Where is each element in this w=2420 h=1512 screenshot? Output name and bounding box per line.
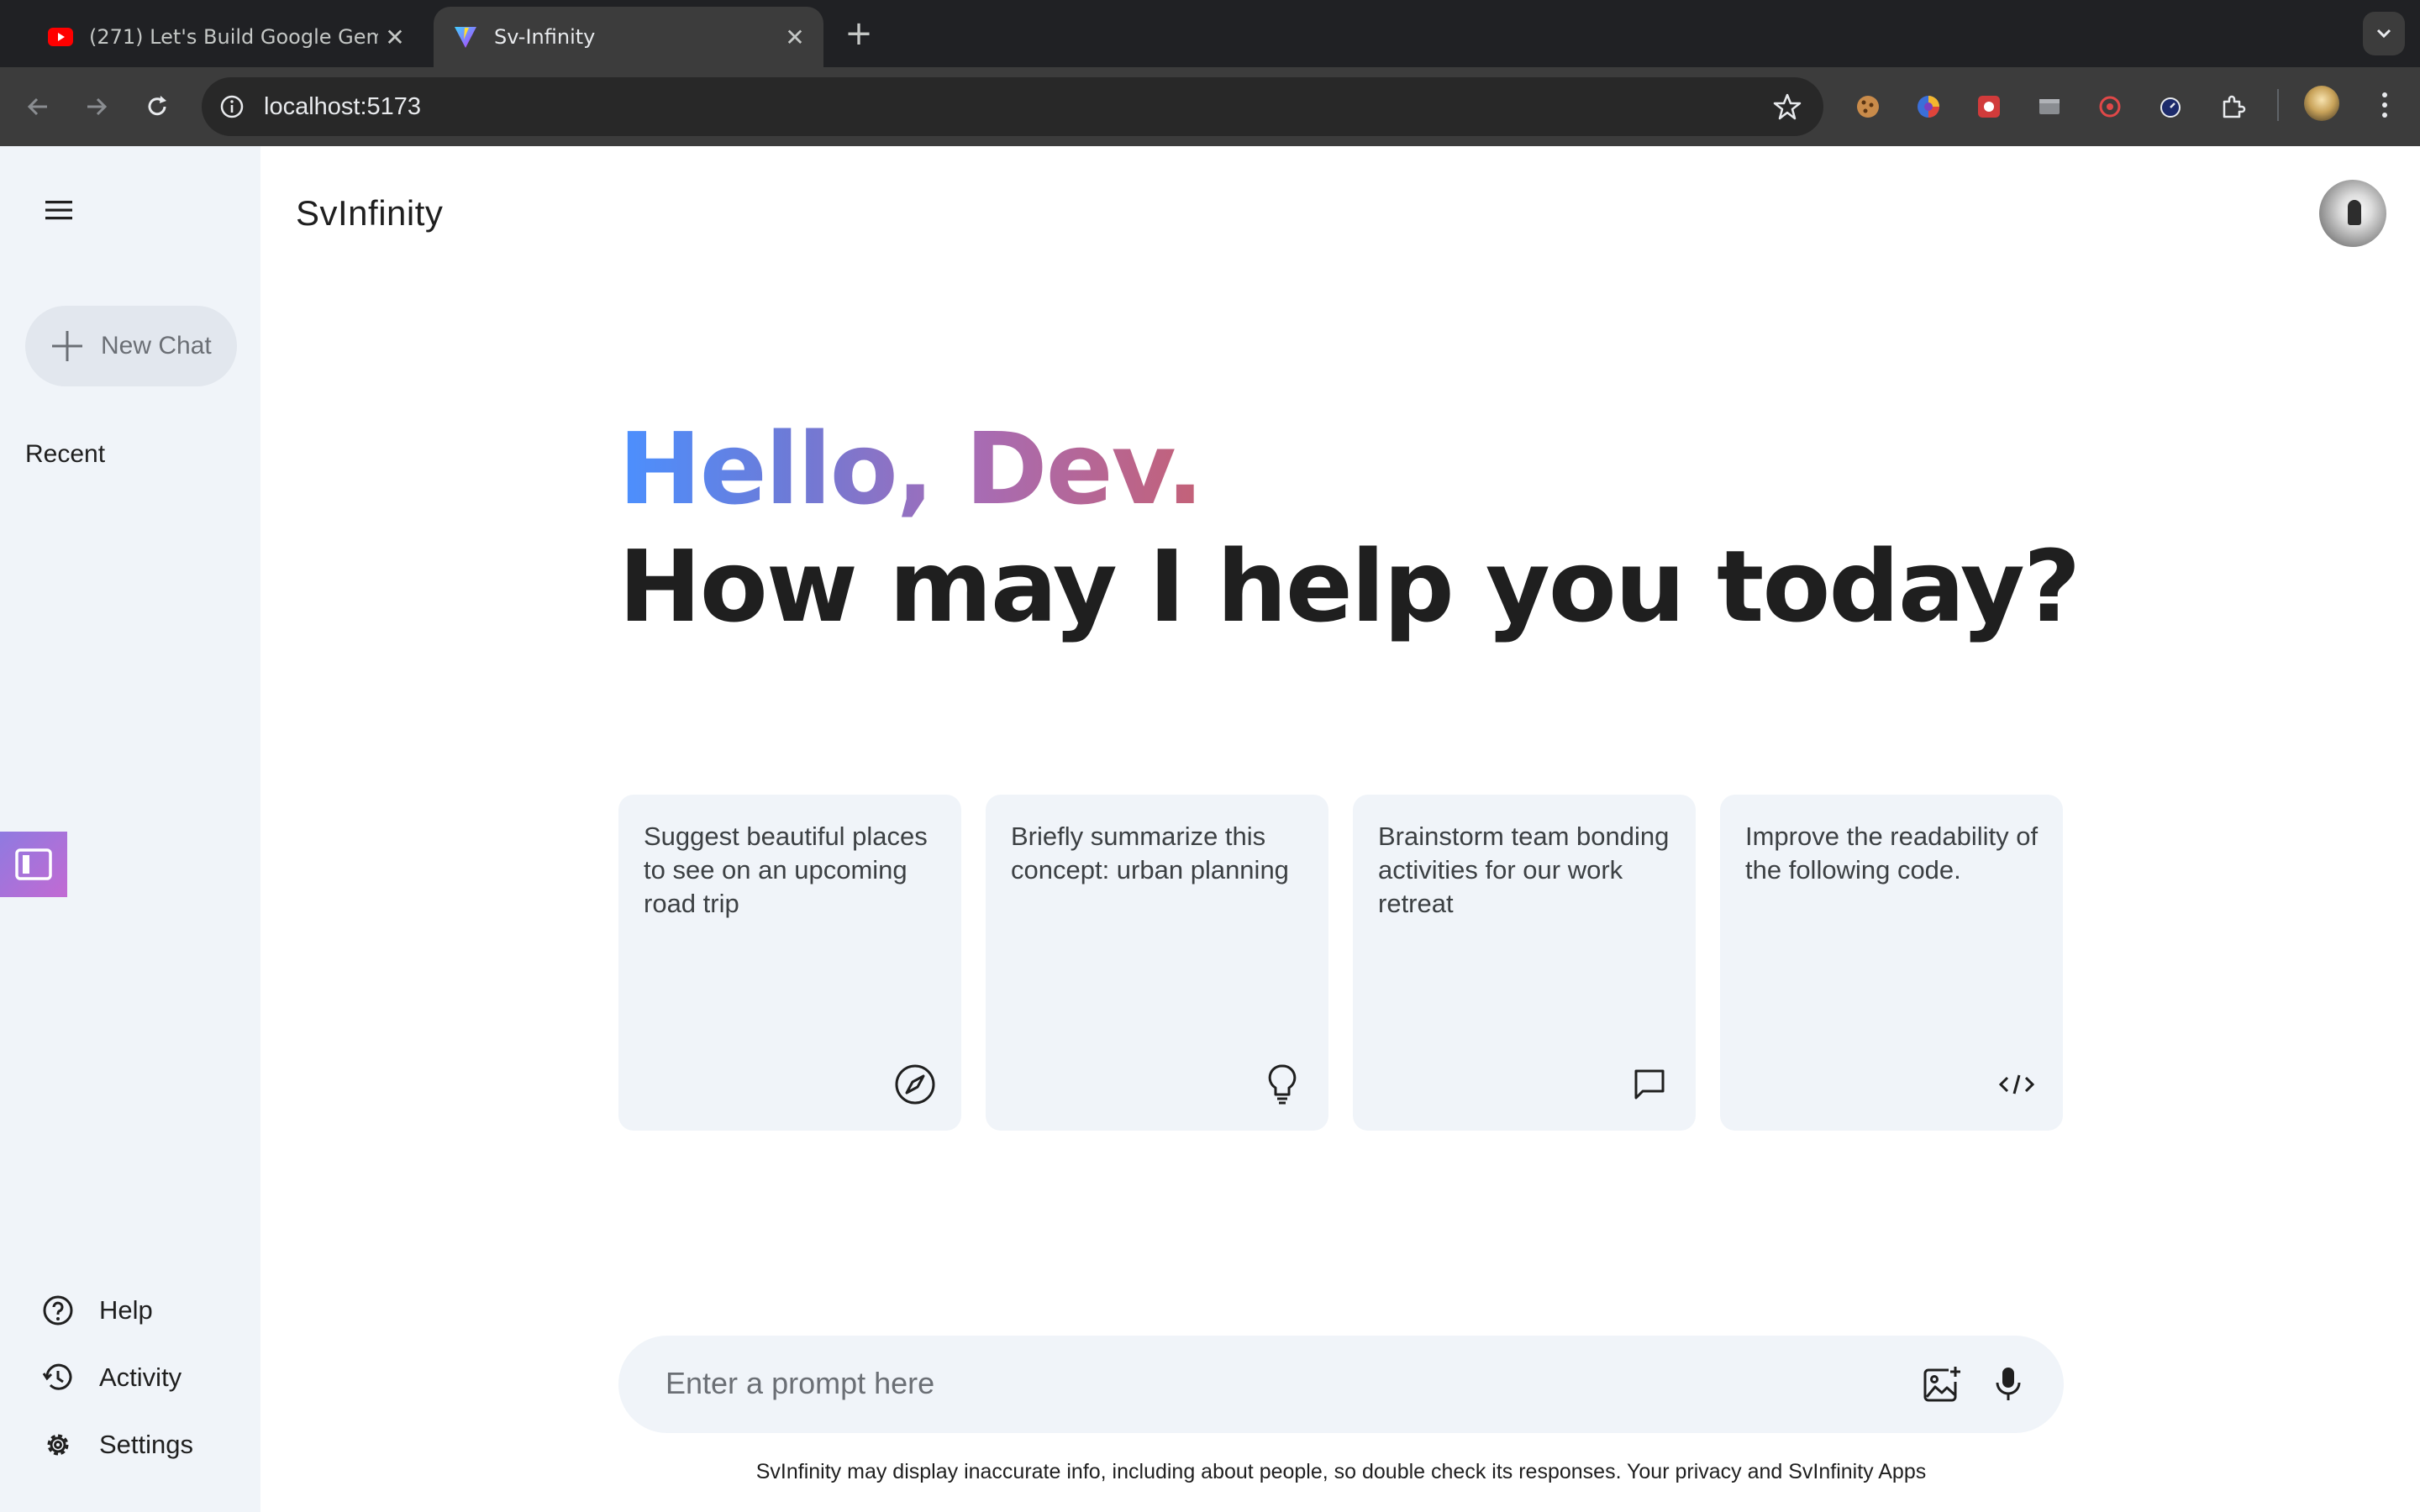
suggestion-card-team-bonding[interactable]: Brainstorm team bonding activities for o… [1353,795,1696,1131]
sidebar-item-settings[interactable]: Settings [40,1411,193,1478]
panel-icon [15,848,52,880]
vite-icon [452,24,479,50]
disclaimer-text: SvInfinity may display inaccurate info, … [755,1460,1927,1483]
puzzle-extensions-icon[interactable] [2217,91,2249,123]
reload-icon [148,96,166,116]
history-icon [40,1360,76,1395]
arrow-left-icon [27,97,47,116]
help-icon [40,1293,76,1328]
browser-toolbar: localhost:5173 [0,67,2420,146]
avatar[interactable] [2319,180,2386,247]
cookie-extension-icon[interactable] [1852,91,1884,123]
sidebar-item-label: Help [99,1295,153,1325]
microphone-icon[interactable] [1985,1361,2032,1408]
tab-title: Sv-Infinity [494,25,596,49]
browser-tab-bar: (271) Let's Build Google Gem ✕ Sv-Infini… [0,0,2420,67]
code-icon [1994,1062,2039,1107]
card-text: Improve the readability of the following… [1745,822,2039,885]
card-text: Suggest beautiful places to see on an up… [644,822,928,918]
toolbar-divider [2277,89,2279,121]
sidebar-item-activity[interactable]: Activity [40,1344,193,1411]
greeting-hello: Hello, Dev. [618,410,1204,528]
record-extension-icon[interactable] [2094,91,2126,123]
sidebar-bottom-nav: Help Activity Settings [40,1277,193,1478]
browser-menu-button[interactable] [2368,84,2402,126]
browser-tab-sv-infinity[interactable]: Sv-Infinity ✕ [434,7,823,67]
color-picker-extension-icon[interactable] [1912,91,1944,123]
new-chat-button[interactable]: New Chat [25,306,237,386]
greeting-question: How may I help you today? [618,528,2081,644]
tab-title: (271) Let's Build Google Gem [89,25,378,49]
timer-extension-icon[interactable] [2154,91,2186,123]
gear-icon [40,1427,76,1462]
suggestion-card-urban-planning[interactable]: Briefly summarize this concept: urban pl… [986,795,1328,1131]
browser-profile-avatar[interactable] [2304,86,2339,121]
reload-button[interactable] [136,86,178,128]
bulb-icon [1260,1062,1305,1107]
arrow-right-icon [87,97,108,116]
greeting-text: Hello, Dev. [618,411,1204,527]
forward-button[interactable] [76,86,118,128]
message-icon [1627,1062,1672,1107]
close-tab-icon[interactable]: ✕ [378,20,412,54]
prompt-input[interactable]: Enter a prompt here [618,1336,2064,1433]
window-extension-icon[interactable] [2033,91,2065,123]
back-button[interactable] [17,86,59,128]
app-title: SvInfinity [296,193,444,233]
url-text: localhost:5173 [264,93,422,120]
card-text: Brainstorm team bonding activities for o… [1378,822,1670,918]
red-extension-icon[interactable] [1973,91,2005,123]
browser-tab-youtube[interactable]: (271) Let's Build Google Gem ✕ [29,7,424,67]
new-chat-label: New Chat [101,332,212,360]
tab-search-button[interactable] [2363,12,2405,55]
compass-icon [892,1062,938,1107]
plus-icon [47,326,87,366]
bookmark-star-icon[interactable] [1770,89,1805,124]
close-tab-icon[interactable]: ✕ [778,20,812,54]
prompt-placeholder: Enter a prompt here [666,1366,935,1400]
suggestion-card-road-trip[interactable]: Suggest beautiful places to see on an up… [618,795,961,1131]
new-tab-button[interactable]: + [840,14,877,53]
sidebar-toggle-button[interactable] [0,832,67,897]
chevron-down-icon [2376,29,2391,39]
sidebar: New Chat Recent Help Activity Settings [0,146,260,1512]
site-info-icon[interactable] [213,88,250,125]
recent-heading: Recent [25,440,106,468]
sidebar-item-help[interactable]: Help [40,1277,193,1344]
add-image-icon[interactable] [1918,1361,1965,1408]
suggestion-card-code-readability[interactable]: Improve the readability of the following… [1720,795,2063,1131]
menu-icon[interactable] [37,188,81,232]
sidebar-item-label: Settings [99,1430,194,1459]
card-text: Briefly summarize this concept: urban pl… [1011,822,1289,885]
sidebar-item-label: Activity [99,1362,182,1392]
address-bar[interactable]: localhost:5173 [202,77,1823,136]
youtube-icon [47,24,74,50]
